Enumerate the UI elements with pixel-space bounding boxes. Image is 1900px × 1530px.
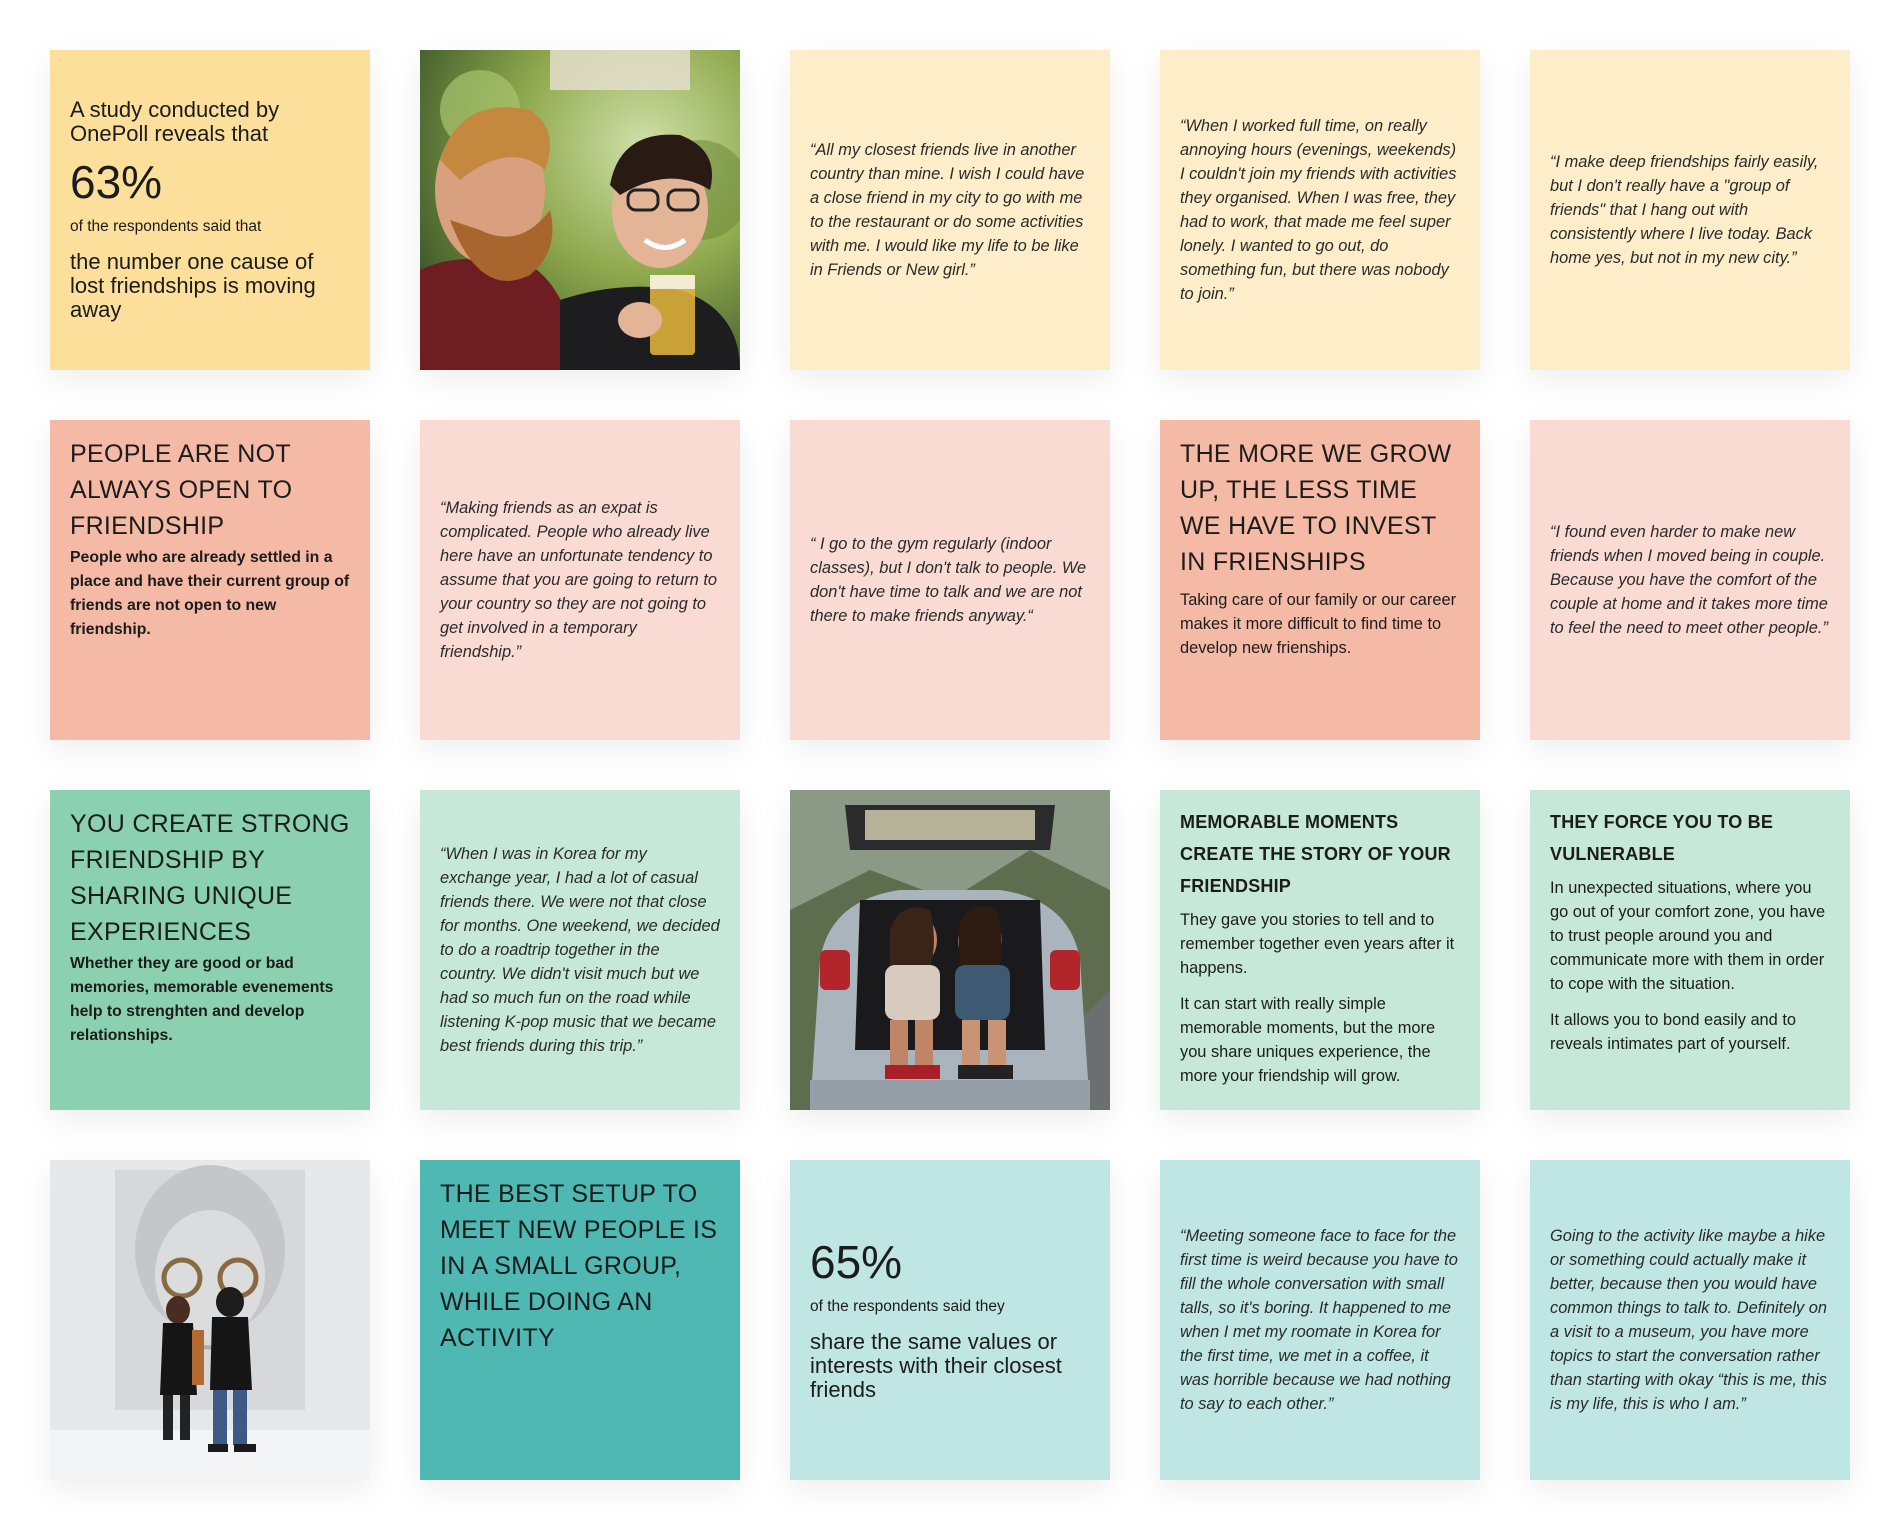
insight-card-vulnerable: THEY FORCE YOU TO BE VULNERABLE In unexp… xyxy=(1530,790,1850,1110)
stat-main-text: the number one cause of lost friendships… xyxy=(70,249,316,322)
affinity-board: A study conducted by OnePoll reveals tha… xyxy=(0,0,1900,1530)
quote-card-couple: “I found even harder to make new friends… xyxy=(1530,420,1850,740)
card-title: YOU CREATE STRONG FRIENDSHIP BY SHARING … xyxy=(70,810,350,946)
quote-text: “Making friends as an expat is complicat… xyxy=(440,499,717,661)
card-title: PEOPLE ARE NOT ALWAYS OPEN TO FRIENDSHIP xyxy=(70,440,293,540)
card-title: MEMORABLE MOMENTS CREATE THE STORY OF YO… xyxy=(1180,812,1451,896)
stat-card-shared-values: 65% of the respondents said they share t… xyxy=(790,1160,1110,1480)
stat-main-text: share the same values or interests with … xyxy=(810,1329,1062,1402)
insight-card-grow-up: THE MORE WE GROW UP, THE LESS TIME WE HA… xyxy=(1160,420,1480,740)
insight-card-memorable-moments: MEMORABLE MOMENTS CREATE THE STORY OF YO… xyxy=(1160,790,1480,1110)
stat-card-moving-away: A study conducted by OnePoll reveals tha… xyxy=(50,50,370,370)
two-women-car-trunk-photo xyxy=(790,790,1110,1110)
quote-card-expat: “Making friends as an expat is complicat… xyxy=(420,420,740,740)
stat-small-text: of the respondents said that xyxy=(70,218,262,235)
card-body: People who are already settled in a plac… xyxy=(70,549,350,638)
quote-card-deep-friendships: “I make deep friendships fairly easily, … xyxy=(1530,50,1850,370)
card-body-1: In unexpected situations, where you go o… xyxy=(1550,879,1826,993)
quote-text: “ I go to the gym regularly (indoor clas… xyxy=(810,535,1087,625)
quote-text: Going to the activity like maybe a hike … xyxy=(1550,1227,1827,1413)
stat-percent: 63% xyxy=(70,156,163,208)
quote-card-gym: “ I go to the gym regularly (indoor clas… xyxy=(790,420,1110,740)
quote-card-fulltime: “When I worked full time, on really anno… xyxy=(1160,50,1480,370)
card-title: THEY FORCE YOU TO BE VULNERABLE xyxy=(1550,812,1774,864)
quote-card-restaurant: “All my closest friends live in another … xyxy=(790,50,1110,370)
card-body-2: It allows you to bond easily and to reve… xyxy=(1550,1011,1797,1053)
card-title: THE BEST SETUP TO MEET NEW PEOPLE IS IN … xyxy=(440,1180,718,1352)
quote-card-hike: Going to the activity like maybe a hike … xyxy=(1530,1160,1850,1480)
stat-percent: 65% xyxy=(810,1236,903,1288)
quote-text: “Meeting someone face to face for the fi… xyxy=(1180,1227,1458,1413)
two-men-cheers-photo xyxy=(420,50,740,370)
insight-card-not-open: PEOPLE ARE NOT ALWAYS OPEN TO FRIENDSHIP… xyxy=(50,420,370,740)
card-body-1: They gave you stories to tell and to rem… xyxy=(1180,911,1455,977)
quote-text: “When I was in Korea for my exchange yea… xyxy=(440,845,720,1055)
insight-card-strong-friendship: YOU CREATE STRONG FRIENDSHIP BY SHARING … xyxy=(50,790,370,1110)
insight-card-best-setup: THE BEST SETUP TO MEET NEW PEOPLE IS IN … xyxy=(420,1160,740,1480)
stat-small-text: of the respondents said they xyxy=(810,1298,1005,1315)
quote-text: “All my closest friends live in another … xyxy=(810,141,1085,279)
quote-text: “I make deep friendships fairly easily, … xyxy=(1550,153,1819,267)
quote-text: “When I worked full time, on really anno… xyxy=(1180,117,1457,303)
card-body: Whether they are good or bad memories, m… xyxy=(70,955,334,1044)
couple-museum-portrait-photo xyxy=(50,1160,370,1480)
card-body: Taking care of our family or our career … xyxy=(1180,591,1457,657)
quote-card-korea: “When I was in Korea for my exchange yea… xyxy=(420,790,740,1110)
stat-intro: A study conducted by OnePoll reveals tha… xyxy=(70,97,280,146)
card-body-2: It can start with really simple memorabl… xyxy=(1180,995,1436,1085)
card-title: THE MORE WE GROW UP, THE LESS TIME WE HA… xyxy=(1180,440,1452,576)
quote-card-face-to-face: “Meeting someone face to face for the fi… xyxy=(1160,1160,1480,1480)
quote-text: “I found even harder to make new friends… xyxy=(1550,523,1828,637)
